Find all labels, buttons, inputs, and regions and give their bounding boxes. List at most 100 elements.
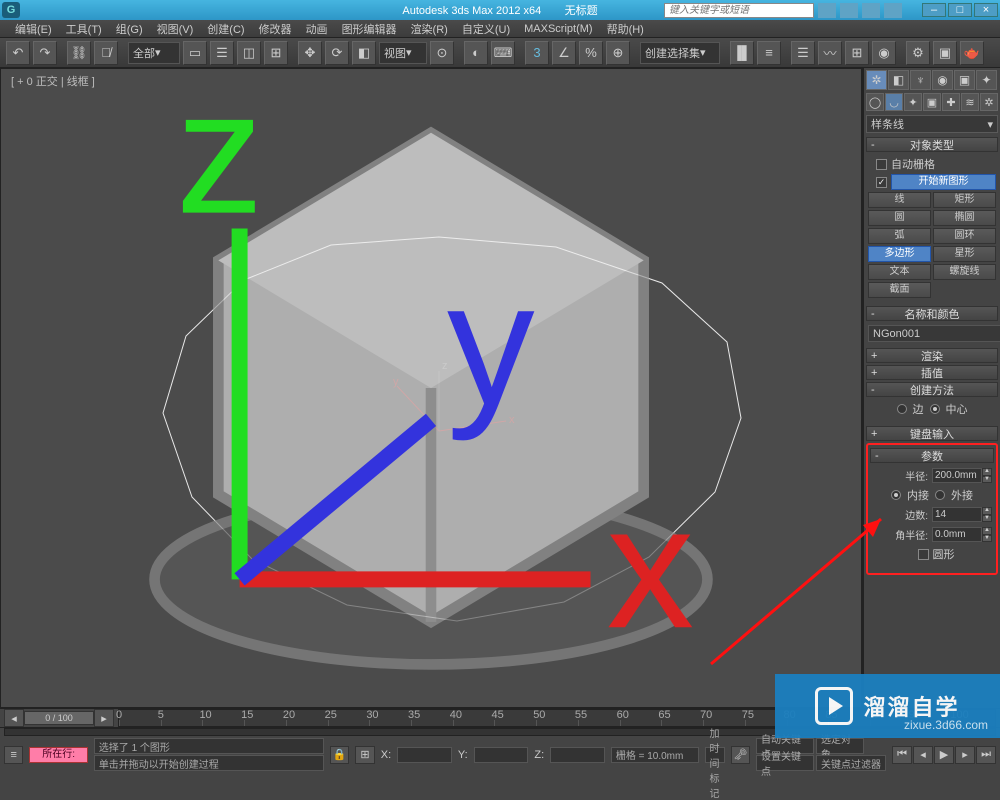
start-new-shape-button[interactable]: 开始新图形 xyxy=(891,174,996,190)
rollout-parameters[interactable]: -参数 xyxy=(870,448,994,463)
section-button[interactable]: 截面 xyxy=(868,282,931,298)
goto-start-button[interactable]: ⏮ xyxy=(892,746,912,764)
signin-icon[interactable] xyxy=(840,3,858,18)
prev-frame-button[interactable]: ◂ xyxy=(913,746,933,764)
move-button[interactable]: ✥ xyxy=(298,41,322,65)
z-coord[interactable] xyxy=(550,747,605,763)
keyboard-shortcut-button[interactable]: ⌨ xyxy=(491,41,515,65)
menu-create[interactable]: 创建(C) xyxy=(200,21,251,37)
rectangle-button[interactable]: 矩形 xyxy=(933,192,996,208)
sides-spinner[interactable]: ▲▼ xyxy=(932,507,992,522)
rollout-name-color[interactable]: -名称和颜色 xyxy=(866,306,998,321)
systems-subtab[interactable]: ✲ xyxy=(980,93,998,111)
minimize-button[interactable]: – xyxy=(922,3,946,17)
maximize-button[interactable]: □ xyxy=(948,3,972,17)
circle-button[interactable]: 圆 xyxy=(868,210,931,226)
inscribed-radio[interactable] xyxy=(891,490,901,500)
shapes-subtab[interactable]: ◡ xyxy=(885,93,903,111)
cameras-subtab[interactable]: ▣ xyxy=(923,93,941,111)
abs-rel-button[interactable]: ⊞ xyxy=(355,746,374,764)
time-slider[interactable]: 0 / 100 xyxy=(24,711,94,725)
spinner-snap-button[interactable]: ⊕ xyxy=(606,41,630,65)
center-radio[interactable] xyxy=(930,404,940,414)
rollout-creation-method[interactable]: -创建方法 xyxy=(866,382,998,397)
setkey-button[interactable]: 设置关键点 xyxy=(756,755,814,771)
menu-edit[interactable]: 编辑(E) xyxy=(8,21,59,37)
x-coord[interactable] xyxy=(397,747,452,763)
display-tab[interactable]: ▣ xyxy=(954,70,975,90)
curve-editor-button[interactable]: 〰 xyxy=(818,41,842,65)
favorites-icon[interactable] xyxy=(862,3,880,18)
line-button[interactable]: 线 xyxy=(868,192,931,208)
play-button[interactable]: ▶ xyxy=(934,746,954,764)
unlink-button[interactable]: ⛓̸ xyxy=(94,41,118,65)
ngon-button[interactable]: 多边形 xyxy=(868,246,931,262)
corner-radius-spinner[interactable]: ▲▼ xyxy=(932,527,992,542)
selected-object-dropdown[interactable]: 选定对象 xyxy=(816,738,864,754)
arc-button[interactable]: 弧 xyxy=(868,228,931,244)
window-crossing-button[interactable]: ⊞ xyxy=(264,41,288,65)
circular-checkbox[interactable] xyxy=(918,549,929,560)
named-selection-dropdown[interactable]: 创建选择集 ▾ xyxy=(640,42,720,64)
create-tab[interactable]: ✲ xyxy=(866,70,887,90)
menu-animation[interactable]: 动画 xyxy=(299,21,335,37)
next-frame-button[interactable]: ▸ xyxy=(955,746,975,764)
star-button[interactable]: 星形 xyxy=(933,246,996,262)
percent-snap-button[interactable]: % xyxy=(579,41,603,65)
help-icon[interactable] xyxy=(884,3,902,18)
render-setup-button[interactable]: ⚙ xyxy=(906,41,930,65)
manipulate-button[interactable]: ◐ xyxy=(464,41,488,65)
select-name-button[interactable]: ☰ xyxy=(210,41,234,65)
startnewshape-checkbox[interactable]: ✓ xyxy=(876,177,887,188)
app-logo[interactable]: G xyxy=(2,2,20,18)
select-region-button[interactable]: ◫ xyxy=(237,41,261,65)
object-name-input[interactable] xyxy=(868,325,1000,342)
layers-button[interactable]: ☰ xyxy=(791,41,815,65)
undo-button[interactable]: ↶ xyxy=(6,41,30,65)
menu-group[interactable]: 组(G) xyxy=(109,21,150,37)
angle-snap-button[interactable]: ∠ xyxy=(552,41,576,65)
render-frame-button[interactable]: ▣ xyxy=(933,41,957,65)
menu-modifiers[interactable]: 修改器 xyxy=(252,21,299,37)
rollout-rendering[interactable]: +渲染 xyxy=(866,348,998,363)
schematic-button[interactable]: ⊞ xyxy=(845,41,869,65)
menu-help[interactable]: 帮助(H) xyxy=(600,21,651,37)
keyfilter-button[interactable]: 关键点过滤器 xyxy=(816,755,886,771)
spacewarps-subtab[interactable]: ≋ xyxy=(961,93,979,111)
helix-button[interactable]: 螺旋线 xyxy=(933,264,996,280)
selection-filter-dropdown[interactable]: 全部 ▾ xyxy=(128,42,180,64)
text-button[interactable]: 文本 xyxy=(868,264,931,280)
timeline-left-button[interactable]: ◂ xyxy=(4,709,24,727)
donut-button[interactable]: 圆环 xyxy=(933,228,996,244)
circumscribed-radio[interactable] xyxy=(935,490,945,500)
geometry-subtab[interactable]: ◯ xyxy=(866,93,884,111)
snap-button[interactable]: 3 xyxy=(525,41,549,65)
menu-tools[interactable]: 工具(T) xyxy=(59,21,109,37)
edge-radio[interactable] xyxy=(897,404,907,414)
scale-button[interactable]: ◧ xyxy=(352,41,376,65)
rollout-keyboard-entry[interactable]: +键盘输入 xyxy=(866,426,998,441)
render-button[interactable]: 🫖 xyxy=(960,41,984,65)
radius-spinner[interactable]: ▲▼ xyxy=(932,468,992,483)
mirror-button[interactable]: ▐▌ xyxy=(730,41,754,65)
helpers-subtab[interactable]: ✚ xyxy=(942,93,960,111)
viewport[interactable]: [ + 0 正交 | 线框 ] x y z x z y xyxy=(0,68,862,708)
menu-rendering[interactable]: 渲染(R) xyxy=(404,21,455,37)
help-search-input[interactable] xyxy=(664,3,814,18)
infocenter-icon[interactable] xyxy=(818,3,836,18)
refcoord-dropdown[interactable]: 视图 ▾ xyxy=(379,42,427,64)
menu-views[interactable]: 视图(V) xyxy=(150,21,201,37)
close-button[interactable]: × xyxy=(974,3,998,17)
y-coord[interactable] xyxy=(474,747,529,763)
modify-tab[interactable]: ◧ xyxy=(888,70,909,90)
lights-subtab[interactable]: ✦ xyxy=(904,93,922,111)
ellipse-button[interactable]: 椭圆 xyxy=(933,210,996,226)
shape-category-dropdown[interactable]: 样条线▾ xyxy=(866,115,998,133)
hierarchy-tab[interactable]: ♆ xyxy=(910,70,931,90)
key-mode-button[interactable]: 🗝 xyxy=(731,746,750,764)
select-button[interactable]: ▭ xyxy=(183,41,207,65)
link-button[interactable]: ⛓ xyxy=(67,41,91,65)
rollout-object-type[interactable]: -对象类型 xyxy=(866,137,998,152)
goto-end-button[interactable]: ⏭ xyxy=(976,746,996,764)
menu-grapheditors[interactable]: 图形编辑器 xyxy=(335,21,404,37)
